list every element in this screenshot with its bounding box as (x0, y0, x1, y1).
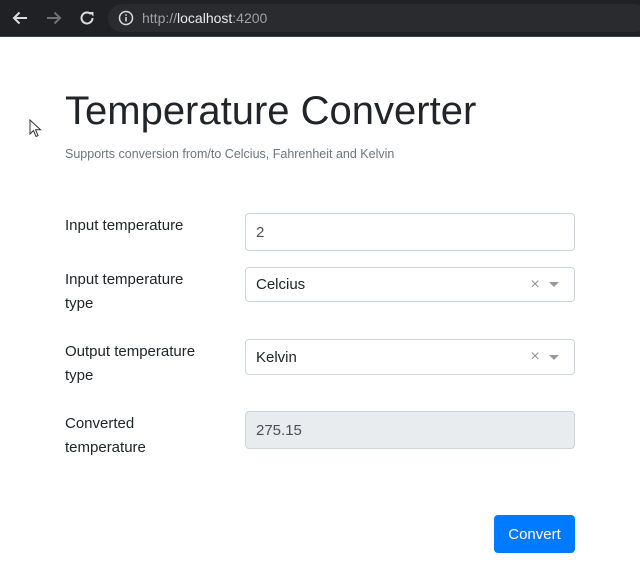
url-scheme: http:// (142, 10, 178, 26)
back-button[interactable] (8, 6, 32, 30)
mouse-cursor-icon (29, 119, 42, 138)
browser-toolbar: http://localhost:4200 (0, 0, 640, 37)
input-type-label-line2: type (65, 295, 94, 312)
convert-button[interactable]: Convert (494, 515, 575, 553)
input-type-select[interactable]: Celcius × (245, 267, 575, 302)
converted-label-line2: temperature (65, 439, 146, 456)
input-type-label: Input temperature type (65, 268, 225, 316)
output-type-label: Output temperature type (65, 340, 225, 388)
arrow-left-icon (12, 11, 27, 25)
url-port: :4200 (232, 10, 268, 26)
page-subtitle: Supports conversion from/to Celcius, Fah… (65, 147, 395, 161)
info-icon[interactable] (118, 10, 134, 26)
address-bar[interactable]: http://localhost:4200 (108, 4, 640, 32)
input-type-selected-value: Celcius (256, 276, 306, 293)
output-type-selected-value: Kelvin (256, 348, 297, 366)
arrow-right-icon (47, 11, 62, 25)
input-temperature-label: Input temperature (65, 214, 225, 238)
output-type-select[interactable]: Kelvin × (245, 339, 575, 375)
converted-temperature-field (245, 411, 575, 449)
converted-temperature-label: Converted temperature (65, 412, 225, 460)
input-type-clear-icon[interactable]: × (527, 276, 543, 293)
input-temperature-label-text: Input temperature (65, 217, 184, 234)
reload-icon (80, 11, 94, 25)
forward-button[interactable] (42, 6, 66, 30)
input-type-caret-down-icon[interactable] (549, 282, 559, 287)
reload-button[interactable] (75, 6, 99, 30)
output-type-label-line2: type (65, 367, 94, 384)
input-temperature-field[interactable] (245, 213, 575, 251)
output-type-label-line1: Output temperature (65, 343, 196, 360)
input-type-label-line1: Input temperature (65, 271, 184, 288)
output-type-caret-down-icon[interactable] (549, 354, 559, 360)
output-type-clear-icon[interactable]: × (527, 349, 543, 365)
page-title: Temperature Converter (65, 89, 477, 133)
url-host: localhost (177, 10, 233, 26)
url-text: http://localhost:4200 (142, 10, 267, 26)
converted-label-line1: Converted (65, 415, 135, 432)
